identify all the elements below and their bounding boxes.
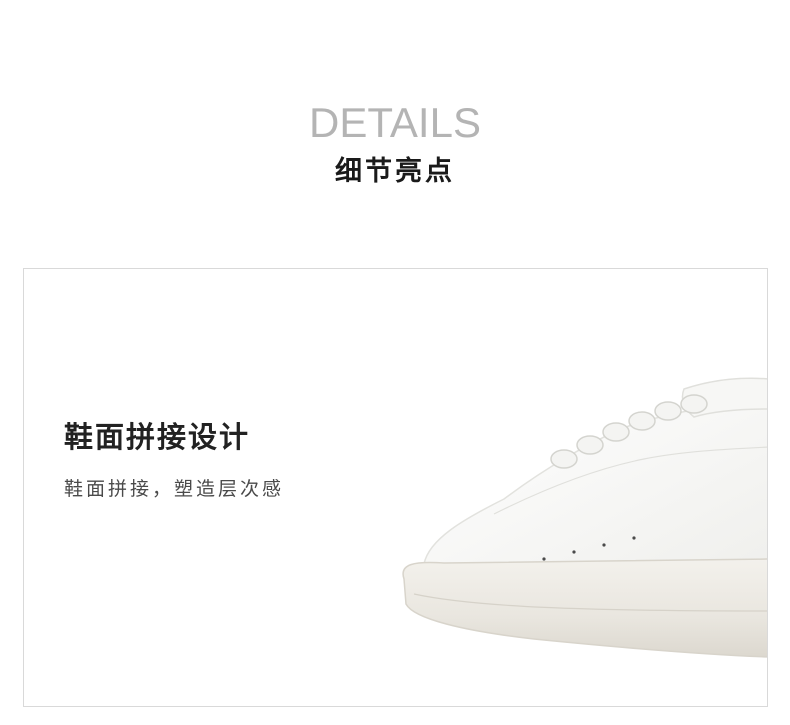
section-header: DETAILS 细节亮点 <box>0 0 790 260</box>
sneaker-image <box>402 377 767 658</box>
feature-description: 鞋面拼接，塑造层次感 <box>64 478 285 500</box>
feature-title: 鞋面拼接设计 <box>64 420 251 454</box>
detail-panel: 鞋面拼接设计 鞋面拼接，塑造层次感 <box>23 268 768 707</box>
section-title-en: DETAILS <box>309 99 481 146</box>
section-title-cn: 细节亮点 <box>335 156 455 187</box>
